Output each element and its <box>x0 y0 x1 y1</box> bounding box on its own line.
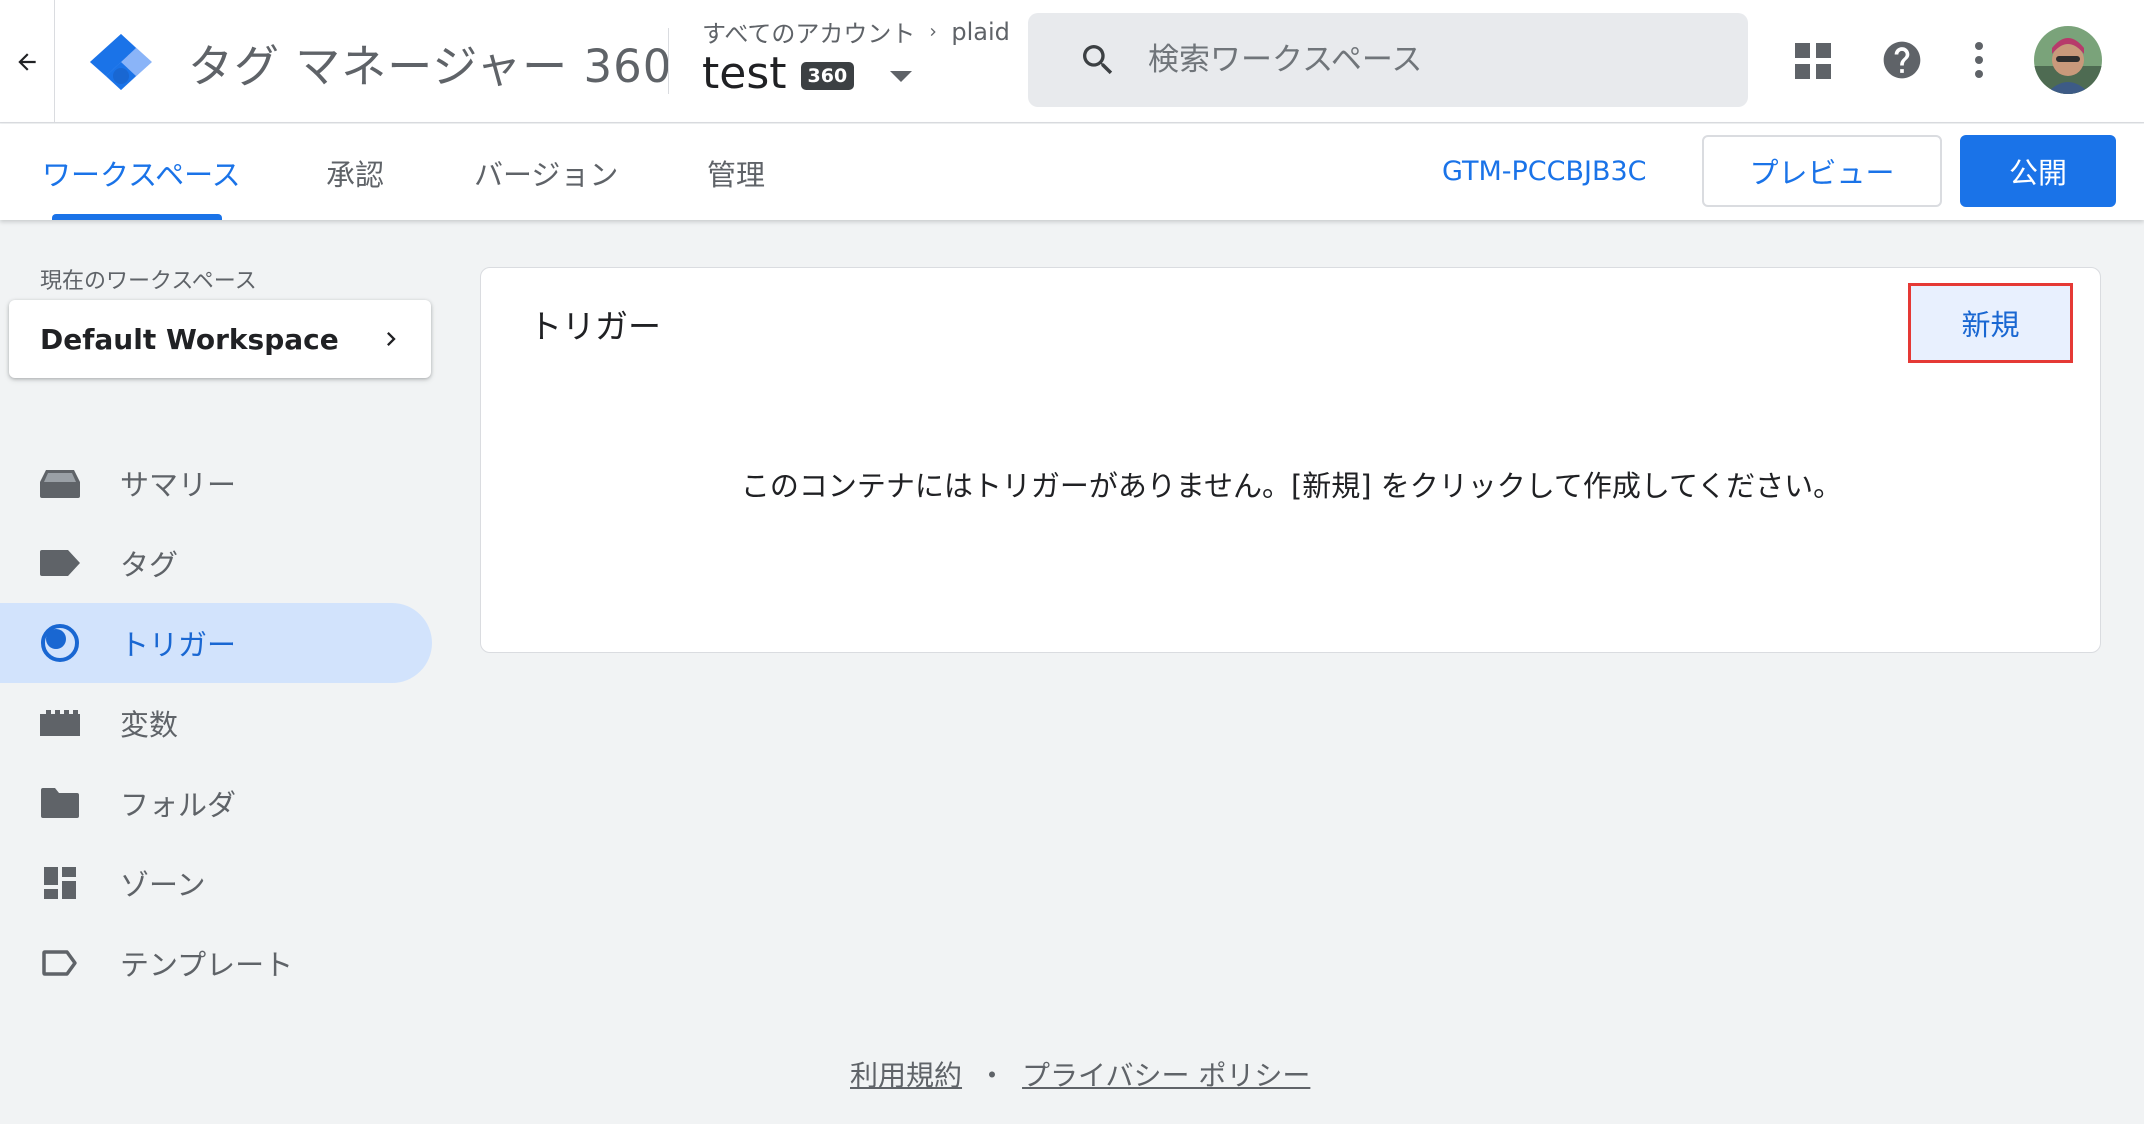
tab-workspace[interactable]: ワークスペース <box>42 152 241 194</box>
sidebar-item-label: テンプレート <box>120 948 294 982</box>
back-button[interactable] <box>0 0 55 123</box>
trigger-icon <box>40 624 80 662</box>
breadcrumb[interactable]: すべてのアカウント plaid <box>702 14 1010 49</box>
sidebar-item-label: サマリー <box>120 468 237 502</box>
variables-icon <box>40 705 80 741</box>
search-box[interactable] <box>1028 13 1748 107</box>
top-app-bar: タグ マネージャー 360 すべてのアカウント plaid test 360 <box>0 0 2144 123</box>
workspace-selector[interactable]: Default Workspace <box>9 300 431 378</box>
breadcrumb-account[interactable]: plaid <box>951 18 1010 46</box>
label-icon <box>40 545 80 581</box>
terms-link[interactable]: 利用規約 <box>850 1054 962 1094</box>
footer: 利用規約 ・ プライバシー ポリシー <box>850 1054 1310 1094</box>
search-icon <box>1083 45 1113 75</box>
apps-icon[interactable] <box>1795 43 1831 79</box>
sidebar-item-folders[interactable]: フォルダ <box>0 763 432 843</box>
publish-button[interactable]: 公開 <box>1960 135 2116 207</box>
inbox-icon <box>40 465 80 501</box>
tab-versions[interactable]: バージョン <box>474 152 618 194</box>
search-input[interactable] <box>1148 42 1708 78</box>
sidebar-item-triggers[interactable]: トリガー <box>0 603 432 683</box>
dashboard-icon <box>40 865 80 901</box>
privacy-link[interactable]: プライバシー ポリシー <box>1022 1054 1310 1094</box>
container-selector[interactable]: test 360 <box>702 48 913 99</box>
label-outline-icon <box>40 945 80 981</box>
account-avatar[interactable] <box>2034 26 2102 94</box>
sidebar-item-label: フォルダ <box>120 788 237 822</box>
help-icon[interactable] <box>1880 38 1924 82</box>
container-name: test <box>702 48 787 99</box>
sidebar-item-label: タグ <box>120 548 179 582</box>
folder-icon <box>40 785 80 821</box>
sidebar-item-label: 変数 <box>120 708 179 742</box>
tab-bar: ワークスペース 承認 バージョン 管理 GTM-PCCBJB3C プレビュー 公… <box>0 124 2144 220</box>
triggers-card: トリガー 新規 このコンテナにはトリガーがありません。[新規] をクリックして作… <box>480 267 2101 653</box>
360-badge: 360 <box>800 61 855 90</box>
preview-button[interactable]: プレビュー <box>1702 135 1942 207</box>
chevron-right-icon <box>931 27 937 36</box>
tab-admin[interactable]: 管理 <box>707 152 765 194</box>
sidebar-item-variables[interactable]: 変数 <box>0 683 432 763</box>
sidebar-item-zones[interactable]: ゾーン <box>0 843 432 923</box>
sidebar-item-templates[interactable]: テンプレート <box>0 923 432 1003</box>
breadcrumb-all-accounts[interactable]: すべてのアカウント <box>702 14 915 49</box>
footer-separator: ・ <box>978 1059 1007 1092</box>
tab-approvals[interactable]: 承認 <box>326 152 384 194</box>
arrow-back-icon <box>18 52 36 71</box>
sidebar-item-overview[interactable]: サマリー <box>0 443 432 523</box>
tag-manager-logo-icon <box>90 34 152 90</box>
active-tab-indicator <box>52 214 222 220</box>
more-vert-icon[interactable] <box>1966 40 1992 80</box>
sidebar-item-tags[interactable]: タグ <box>0 523 432 603</box>
sidebar-nav: サマリー タグ トリガー 変数 フォルダ ゾーン テンプレート <box>0 443 432 1003</box>
new-trigger-button[interactable]: 新規 <box>1908 283 2073 363</box>
header-divider <box>668 28 669 94</box>
empty-state-message: このコンテナにはトリガーがありません。[新規] をクリックして作成してください。 <box>740 469 1843 503</box>
chevron-right-icon <box>387 332 396 346</box>
current-workspace-label: 現在のワークスペース <box>40 269 257 294</box>
card-title: トリガー <box>529 307 661 346</box>
product-name: タグ マネージャー 360 <box>188 40 673 93</box>
dropdown-caret-icon <box>890 71 913 82</box>
sidebar-item-label: ゾーン <box>120 868 206 902</box>
workspace-name: Default Workspace <box>40 322 339 356</box>
sidebar-item-label: トリガー <box>120 628 237 662</box>
container-id-link[interactable]: GTM-PCCBJB3C <box>1442 156 1647 187</box>
